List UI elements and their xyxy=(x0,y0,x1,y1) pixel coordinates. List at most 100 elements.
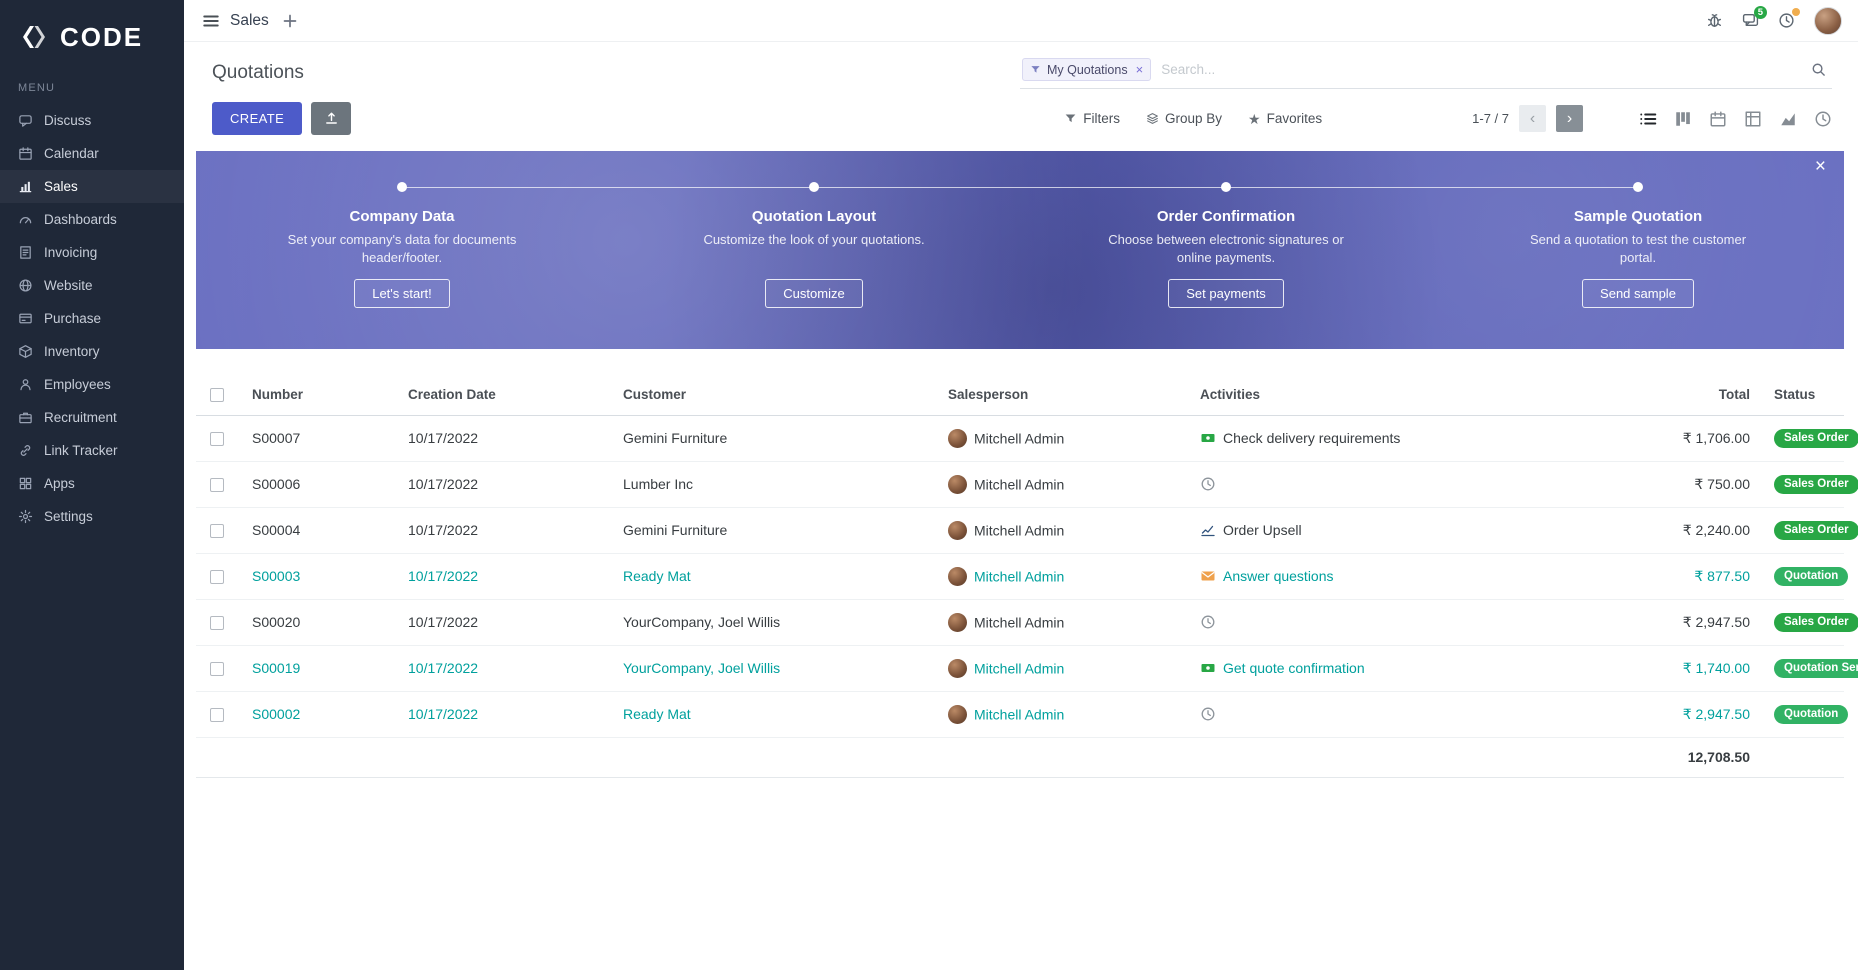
export-icon[interactable] xyxy=(311,102,351,135)
calendar-view-icon[interactable] xyxy=(1709,110,1727,128)
sum-total: 12,708.50 xyxy=(1634,737,1754,777)
col-total[interactable]: Total xyxy=(1634,375,1754,415)
status-badge: Quotation xyxy=(1774,705,1848,724)
activity-cell[interactable] xyxy=(1184,599,1634,645)
status-badge: Sales Order xyxy=(1774,613,1858,632)
sidebar-item-link-tracker[interactable]: Link Tracker xyxy=(0,434,184,467)
search-facet[interactable]: My Quotations × xyxy=(1022,58,1151,81)
close-icon[interactable]: × xyxy=(1809,156,1832,177)
group-by-button[interactable]: Group By xyxy=(1146,111,1222,126)
sidebar-item-discuss[interactable]: Discuss xyxy=(0,104,184,137)
sidebar-item-recruitment[interactable]: Recruitment xyxy=(0,401,184,434)
step-description: Set your company's data for documents he… xyxy=(283,231,521,268)
facet-remove-icon[interactable]: × xyxy=(1134,63,1144,76)
sidebar-item-calendar[interactable]: Calendar xyxy=(0,137,184,170)
quotation-row-s00003[interactable]: S0000310/17/2022Ready MatMitchell AdminA… xyxy=(196,553,1844,599)
select-all-checkbox[interactable] xyxy=(210,388,224,402)
sidebar-item-sales[interactable]: Sales xyxy=(0,170,184,203)
activity-cell[interactable]: Answer questions xyxy=(1184,553,1634,599)
col-status[interactable]: Status xyxy=(1754,375,1844,415)
row-checkbox[interactable] xyxy=(210,570,224,584)
quotation-number: S00019 xyxy=(236,645,392,691)
pager-next-button[interactable]: › xyxy=(1556,105,1583,132)
banknote-icon xyxy=(1200,660,1216,676)
salesperson-avatar xyxy=(948,567,967,586)
activity-cell[interactable]: Get quote confirmation xyxy=(1184,645,1634,691)
clock-icon xyxy=(1200,476,1216,492)
step-dot xyxy=(809,182,819,192)
bug-icon[interactable] xyxy=(1706,12,1723,29)
search-icon[interactable] xyxy=(1811,62,1826,77)
create-button[interactable]: CREATE xyxy=(212,102,302,135)
quotation-row-s00002[interactable]: S0000210/17/2022Ready MatMitchell Admin₹… xyxy=(196,691,1844,737)
list-view: Number Creation Date Customer Salesperso… xyxy=(196,375,1844,778)
sidebar-item-invoicing[interactable]: Invoicing xyxy=(0,236,184,269)
user-avatar[interactable] xyxy=(1814,7,1842,35)
menu-toggle-icon[interactable] xyxy=(198,8,224,34)
row-checkbox[interactable] xyxy=(210,432,224,446)
step-dot xyxy=(1221,182,1231,192)
quotations-table: Number Creation Date Customer Salesperso… xyxy=(196,375,1844,778)
status-cell: Sales Order xyxy=(1754,415,1844,461)
search-input[interactable]: Search... xyxy=(1161,62,1801,77)
sidebar-item-settings[interactable]: Settings xyxy=(0,500,184,533)
graph-view-icon[interactable] xyxy=(1779,110,1797,128)
app-logo[interactable]: CODE xyxy=(0,0,184,74)
layers-icon xyxy=(1146,112,1159,125)
row-checkbox[interactable] xyxy=(210,708,224,722)
sidebar-item-dashboards[interactable]: Dashboards xyxy=(0,203,184,236)
sidebar-item-purchase[interactable]: Purchase xyxy=(0,302,184,335)
sidebar-menu: DiscussCalendarSalesDashboardsInvoicingW… xyxy=(0,104,184,533)
topbar-actions: 5 xyxy=(1706,7,1842,35)
salesperson-avatar xyxy=(948,429,967,448)
sidebar-item-website[interactable]: Website xyxy=(0,269,184,302)
row-checkbox[interactable] xyxy=(210,478,224,492)
let-s-start-button[interactable]: Let's start! xyxy=(354,279,450,308)
salesperson-cell: Mitchell Admin xyxy=(932,507,1184,553)
kanban-view-icon[interactable] xyxy=(1674,110,1692,128)
activity-cell[interactable] xyxy=(1184,691,1634,737)
messages-icon[interactable]: 5 xyxy=(1742,12,1759,29)
list-view-icon[interactable] xyxy=(1639,110,1657,128)
customer-name: Gemini Furniture xyxy=(607,415,932,461)
col-activities[interactable]: Activities xyxy=(1184,375,1634,415)
send-sample-button[interactable]: Send sample xyxy=(1582,279,1694,308)
pager-previous-button[interactable]: ‹ xyxy=(1519,105,1546,132)
activity-cell[interactable]: Order Upsell xyxy=(1184,507,1634,553)
quotation-row-s00006[interactable]: S0000610/17/2022Lumber IncMitchell Admin… xyxy=(196,461,1844,507)
col-customer[interactable]: Customer xyxy=(607,375,932,415)
sidebar-item-employees[interactable]: Employees xyxy=(0,368,184,401)
customize-button[interactable]: Customize xyxy=(765,279,862,308)
col-creation-date[interactable]: Creation Date xyxy=(392,375,607,415)
search-bar[interactable]: My Quotations × Search... xyxy=(1020,56,1832,89)
website-icon xyxy=(18,278,33,293)
row-checkbox[interactable] xyxy=(210,616,224,630)
col-number[interactable]: Number xyxy=(236,375,392,415)
activity-cell[interactable] xyxy=(1184,461,1634,507)
step-title: Quotation Layout xyxy=(608,208,1020,225)
active-app-name[interactable]: Sales xyxy=(230,12,269,30)
col-salesperson[interactable]: Salesperson xyxy=(932,375,1184,415)
quotation-row-s00019[interactable]: S0001910/17/2022YourCompany, Joel Willis… xyxy=(196,645,1844,691)
salesperson-cell: Mitchell Admin xyxy=(932,645,1184,691)
filters-button[interactable]: Filters xyxy=(1064,111,1120,126)
set-payments-button[interactable]: Set payments xyxy=(1168,279,1284,308)
row-checkbox[interactable] xyxy=(210,662,224,676)
step-dot xyxy=(397,182,407,192)
sidebar-item-apps[interactable]: Apps xyxy=(0,467,184,500)
activities-icon[interactable] xyxy=(1778,12,1795,29)
activity-cell[interactable]: Check delivery requirements xyxy=(1184,415,1634,461)
plus-icon[interactable] xyxy=(279,10,301,32)
quotation-row-s00020[interactable]: S0002010/17/2022YourCompany, Joel Willis… xyxy=(196,599,1844,645)
onboarding-step-order-confirmation: Order ConfirmationChoose between electro… xyxy=(1020,151,1432,349)
row-checkbox[interactable] xyxy=(210,524,224,538)
onboarding-step-quotation-layout: Quotation LayoutCustomize the look of yo… xyxy=(608,151,1020,349)
salesperson-cell: Mitchell Admin xyxy=(932,599,1184,645)
total-amount: ₹ 1,706.00 xyxy=(1634,415,1754,461)
sidebar-item-inventory[interactable]: Inventory xyxy=(0,335,184,368)
pivot-view-icon[interactable] xyxy=(1744,110,1762,128)
quotation-row-s00007[interactable]: S0000710/17/2022Gemini FurnitureMitchell… xyxy=(196,415,1844,461)
quotation-row-s00004[interactable]: S0000410/17/2022Gemini FurnitureMitchell… xyxy=(196,507,1844,553)
favorites-button[interactable]: ★ Favorites xyxy=(1248,111,1322,126)
activity-view-icon[interactable] xyxy=(1814,110,1832,128)
